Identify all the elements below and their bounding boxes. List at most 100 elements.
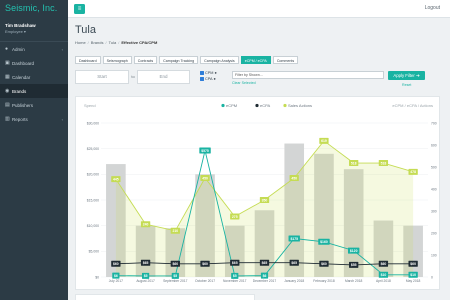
sidebar-item-admin[interactable]: ● Admin ‹	[0, 42, 68, 56]
ecpa-data-label: $65	[291, 261, 297, 265]
y-right-tick-label: 700	[431, 121, 437, 125]
cpm-checkbox[interactable]: CPM ●	[200, 71, 217, 75]
chart-card: Spend eCPM / eCPA / Actions eCPM eCPA Sales …	[75, 96, 440, 290]
user-icon: ●	[5, 46, 9, 52]
sales-actions-data-label: 445	[113, 177, 119, 181]
chevron-left-icon: ‹	[61, 116, 63, 122]
y-left-tick-label: $5,000	[89, 250, 99, 254]
user-role-dropdown[interactable]: Employee ▾	[5, 29, 63, 34]
clear-selected-link[interactable]: Clear Selected	[232, 81, 256, 85]
apply-filter-button[interactable]: Apply Filter ➔	[388, 71, 425, 80]
start-date-input[interactable]: Start	[75, 70, 129, 84]
ecpa-data-label: $60	[321, 262, 327, 266]
ecpm-data-label: $5	[173, 274, 177, 278]
legend-label: eCPM	[226, 103, 237, 108]
ecpa-data-label: $60	[113, 262, 119, 266]
sidebar-item-label: Reports	[12, 116, 28, 122]
legend-marker-2	[283, 103, 287, 108]
ecpa-data-label: $60	[172, 262, 178, 266]
legend-label: Sales Actions	[288, 103, 312, 108]
show-filter-input[interactable]: Filter by Shown...	[232, 71, 384, 79]
dashboard-icon: ▣	[5, 60, 10, 66]
y-right-tick-label: 300	[431, 209, 437, 213]
legend-marker-1	[255, 103, 259, 108]
sales-actions-data-label: 350	[262, 198, 268, 202]
ecpm-data-label: $5	[144, 274, 148, 278]
breadcrumb-tula[interactable]: Tula	[109, 40, 117, 45]
breadcrumb-separator: /	[105, 40, 107, 45]
sidebar-item-label: Dashboard	[12, 60, 35, 66]
ecpm-data-label: $120	[350, 249, 358, 253]
tab-campaign-tracking[interactable]: Campaign Tracking	[159, 56, 199, 64]
ecpa-data-label: $60	[381, 262, 387, 266]
ecpa-data-label: $60	[410, 262, 416, 266]
x-tick-label: September 2017	[163, 279, 188, 283]
y-left-tick-label: $30,000	[87, 121, 99, 125]
x-tick-label: July 2017	[109, 279, 123, 283]
sidebar-item-reports[interactable]: ▥ Reports ‹	[0, 112, 68, 126]
logout-link[interactable]: Logout	[425, 5, 440, 11]
reset-link[interactable]: Reset	[402, 83, 411, 87]
cpa-checkbox[interactable]: CPA ●	[200, 77, 216, 81]
ecpm-data-label: $6	[263, 274, 267, 278]
sales-actions-data-label: 518	[351, 161, 357, 165]
sales-actions-data-label: 275	[232, 215, 238, 219]
sales-actions-data-label: 210	[172, 229, 178, 233]
x-tick-label: April 2018	[376, 279, 391, 283]
sales-actions-data-label: 240	[143, 223, 149, 227]
sidebar-item-label: Publishers	[12, 102, 34, 108]
to-label: to	[131, 74, 135, 79]
breadcrumb-current: Effective CPA/CPM	[121, 40, 158, 45]
y-right-tick-label: 500	[431, 165, 437, 169]
end-date-input[interactable]: End	[137, 70, 190, 84]
topbar: ≡ Logout	[68, 0, 450, 18]
y-left-tick-label: $10,000	[87, 224, 99, 228]
tab-ecpm-ecpa[interactable]: eCPM / eCPA	[240, 56, 271, 64]
y-left-tick-label: $15,000	[87, 198, 99, 202]
ecpm-data-label: $175	[290, 237, 298, 241]
breadcrumb-home[interactable]: Home	[75, 40, 86, 45]
sidebar-item-calendar[interactable]: ▦ Calendar	[0, 70, 68, 84]
y-right-tick-label: 600	[431, 143, 437, 147]
app-window: Seismic, Inc. Tim Bradshaw Employee ▾ ● A…	[0, 0, 450, 300]
tab-contracts[interactable]: Contracts	[133, 56, 158, 64]
arrow-right-icon: ➔	[416, 73, 420, 78]
secondary-card	[75, 294, 255, 300]
x-tick-label: December 2017	[253, 279, 277, 283]
y-left-axis-title: Spend	[84, 103, 96, 108]
folder-icon: ▤	[5, 102, 10, 108]
y-right-tick-label: 400	[431, 187, 437, 191]
legend-marker-0	[221, 103, 225, 108]
sidebar-item-label: Admin	[12, 46, 25, 52]
tab-comments[interactable]: Comments	[272, 56, 299, 64]
hamburger-icon[interactable]: ≡	[74, 4, 85, 14]
sidebar-item-label: Calendar	[12, 74, 31, 80]
globe-icon: ◉	[5, 88, 10, 94]
sidebar-item-publishers[interactable]: ▤ Publishers	[0, 98, 68, 112]
tab-dashboard[interactable]: Dashboard	[75, 56, 101, 64]
sales-actions-data-label: 450	[202, 176, 208, 180]
sales-actions-data-label: 450	[291, 176, 297, 180]
cpm-label: CPM	[205, 71, 214, 75]
sidebar-item-brands[interactable]: ◉ Brands	[0, 84, 68, 98]
tab-bar: Dashboard Seismograph Contracts Campaign Tr…	[75, 56, 299, 64]
x-tick-label: January 2018	[284, 279, 304, 283]
tab-seismograph[interactable]: Seismograph	[102, 56, 132, 64]
brand-logo[interactable]: Seismic, Inc.	[0, 0, 68, 20]
ecpa-data-label: $55	[351, 263, 357, 267]
tab-campaign-analysis[interactable]: Campaign Analysis	[200, 56, 239, 64]
effective-cpa-cpm-chart: Spend eCPM / eCPA / Actions eCPM eCPA Sales …	[84, 103, 437, 283]
y-right-tick-label: 200	[431, 231, 437, 235]
breadcrumb: Home / Brands / Tula / Effective CPA/CPM	[75, 40, 157, 45]
sidebar: Seismic, Inc. Tim Bradshaw Employee ▾ ● A…	[0, 0, 68, 300]
breadcrumb-brands[interactable]: Brands	[91, 40, 104, 45]
chevron-left-icon: ‹	[61, 46, 63, 52]
legend-label: eCPA	[260, 103, 270, 108]
ecpa-data-label: $65	[262, 261, 268, 265]
x-tick-label: October 2017	[195, 279, 215, 283]
ecpm-data-label: $10	[410, 273, 416, 277]
sidebar-item-dashboard[interactable]: ▣ Dashboard	[0, 56, 68, 70]
sidebar-item-label: Brands	[12, 88, 27, 94]
x-tick-label: May 2018	[406, 279, 421, 283]
breadcrumb-separator: /	[87, 40, 89, 45]
